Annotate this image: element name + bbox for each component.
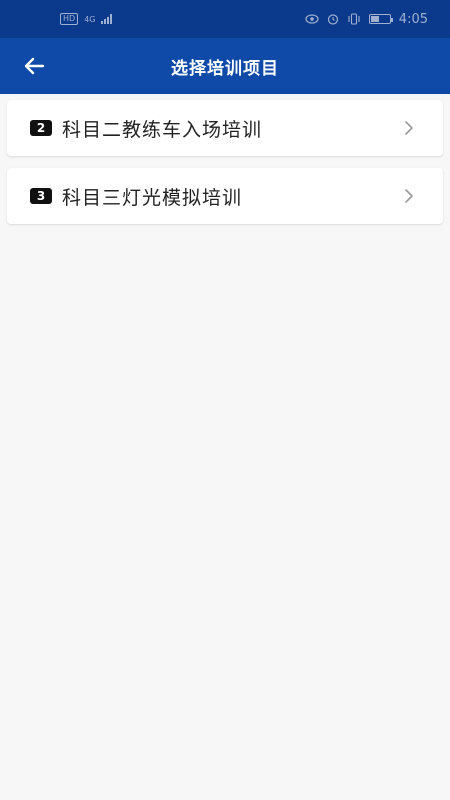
network-type: 4G [84, 14, 96, 24]
vibrate-icon [348, 13, 360, 25]
alarm-icon [327, 14, 338, 25]
hd-badge: HD [60, 13, 79, 25]
chevron-right-icon [405, 189, 413, 203]
status-bar: HD 4G 4:05 [0, 0, 450, 38]
list-item-subject-2[interactable]: 2 科目二教练车入场培训 [7, 100, 443, 156]
number-badge: 3 [30, 188, 52, 204]
eye-icon [305, 14, 319, 24]
page-title: 选择培训项目 [171, 58, 279, 79]
list-item-label: 科目三灯光模拟培训 [62, 186, 243, 209]
app-bar: 选择培训项目 [0, 38, 450, 94]
status-bar-right: 4:05 [305, 12, 428, 27]
battery-fill [370, 16, 379, 22]
battery-icon [368, 14, 393, 24]
number-badge: 2 [30, 120, 52, 136]
list-item-subject-3[interactable]: 3 科目三灯光模拟培训 [7, 168, 443, 224]
chevron-right-icon [405, 121, 413, 135]
signal-icon [101, 14, 113, 24]
back-button[interactable] [18, 52, 50, 80]
arrow-left-icon [24, 57, 45, 75]
status-time: 4:05 [398, 11, 428, 27]
list-item-label: 科目二教练车入场培训 [62, 118, 263, 141]
status-bar-left: HD 4G [60, 13, 113, 25]
